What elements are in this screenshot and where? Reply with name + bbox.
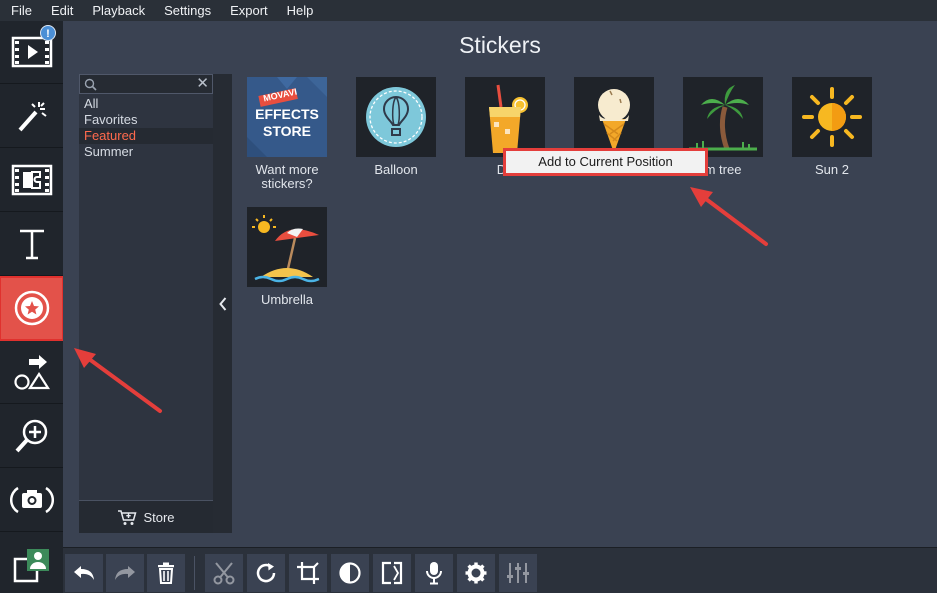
balloon-thumb <box>356 77 436 157</box>
menu-file[interactable]: File <box>0 0 41 21</box>
add-to-current-position-menu-item[interactable]: Add to Current Position <box>506 151 705 173</box>
stabilization-button[interactable] <box>0 469 63 532</box>
sticker-balloon[interactable]: Balloon <box>348 77 444 177</box>
redo-button[interactable] <box>106 554 144 592</box>
sun-thumb <box>792 77 872 157</box>
page-title: Stickers <box>459 32 541 58</box>
umbrella-thumb <box>247 207 327 287</box>
menu-help[interactable]: Help <box>277 0 323 21</box>
ice-cream-thumb <box>574 77 654 157</box>
scissors-icon <box>213 562 235 585</box>
undo-button[interactable] <box>65 554 103 592</box>
menu-bar: File Edit Playback Settings Export Help <box>0 0 937 21</box>
contrast-icon <box>339 562 361 584</box>
sticker-label: Umbrella <box>260 292 313 307</box>
text-icon <box>19 229 44 260</box>
delete-button[interactable] <box>147 554 185 592</box>
cart-icon <box>118 509 137 525</box>
settings-button[interactable] <box>457 554 495 592</box>
color-adjust-button[interactable] <box>331 554 369 592</box>
store-label: Store <box>143 509 175 525</box>
magic-wand-icon <box>18 102 47 132</box>
category-summer[interactable]: Summer <box>79 144 213 160</box>
microphone-icon <box>426 562 442 585</box>
zoom-pan-button[interactable] <box>0 405 63 468</box>
category-list: All Favorites Featured Summer <box>79 96 213 160</box>
clear-search-button[interactable]: ✕ <box>196 74 209 92</box>
toolbar-divider <box>194 556 195 590</box>
sticker-label: Balloon <box>374 162 418 177</box>
store-label-thumb: STORE <box>263 123 311 139</box>
bottom-toolbar <box>63 547 937 593</box>
import-media-button[interactable]: ! <box>0 21 63 84</box>
crop-button[interactable] <box>289 554 327 592</box>
menu-playback[interactable]: Playback <box>83 0 155 21</box>
search-box[interactable]: ✕ <box>79 74 213 94</box>
store-button[interactable]: Store <box>79 500 213 533</box>
chevron-left-icon <box>218 296 226 311</box>
menu-settings[interactable]: Settings <box>155 0 221 21</box>
redo-icon <box>115 566 135 580</box>
effects-store-thumb: MOVAVI EFFECTS STORE <box>247 77 327 157</box>
trash-icon <box>158 562 174 584</box>
gear-icon <box>465 562 487 584</box>
drink-thumb <box>465 77 545 157</box>
split-view-button[interactable] <box>373 554 411 592</box>
category-favorites[interactable]: Favorites <box>79 112 213 128</box>
callouts-button[interactable] <box>0 341 63 404</box>
menu-export[interactable]: Export <box>221 0 278 21</box>
left-toolbar: ! <box>0 21 64 593</box>
equalizer-button[interactable] <box>499 554 537 592</box>
search-input[interactable] <box>100 76 190 92</box>
stickers-button[interactable] <box>0 276 64 341</box>
split-frame-icon <box>381 561 403 585</box>
palm-tree-thumb <box>683 77 763 157</box>
notification-badge: ! <box>40 25 56 41</box>
effects-label: EFFECTS <box>255 106 319 122</box>
umbrella-icon <box>252 215 320 283</box>
zoom-icon <box>15 419 47 453</box>
titles-button[interactable] <box>0 213 63 276</box>
palm-tree-icon <box>689 85 757 151</box>
ice-cream-icon <box>598 89 630 153</box>
cut-button[interactable] <box>205 554 243 592</box>
search-icon <box>84 78 97 91</box>
filters-button[interactable] <box>0 85 63 148</box>
menu-edit[interactable]: Edit <box>41 0 82 21</box>
category-all[interactable]: All <box>79 96 213 112</box>
equalizer-icon <box>507 563 529 583</box>
shapes-arrow-icon <box>13 355 50 390</box>
balloon-icon <box>366 87 426 147</box>
sticker-star-icon <box>14 290 49 326</box>
category-featured[interactable]: Featured <box>79 128 213 144</box>
rotate-icon <box>256 563 276 583</box>
film-puzzle-icon <box>11 164 52 196</box>
chroma-key-button[interactable] <box>0 533 63 593</box>
undo-icon <box>74 566 94 580</box>
drink-icon <box>489 84 528 153</box>
sticker-umbrella[interactable]: Umbrella <box>239 207 335 307</box>
person-frame-icon <box>13 548 49 582</box>
crop-icon <box>297 562 319 584</box>
transitions-button[interactable] <box>0 149 63 212</box>
sticker-sun-2[interactable]: Sun 2 <box>784 77 880 177</box>
record-audio-button[interactable] <box>415 554 453 592</box>
context-menu: Add to Current Position <box>503 148 708 176</box>
sticker-effects-store[interactable]: MOVAVI EFFECTS STORE Want more stickers? <box>239 77 335 191</box>
sun-icon <box>802 87 862 147</box>
collapse-panel-button[interactable] <box>213 74 232 533</box>
sticker-label: Sun 2 <box>815 162 849 177</box>
sticker-label: Want more stickers? <box>255 162 319 191</box>
rotate-button[interactable] <box>247 554 285 592</box>
camera-shake-icon <box>9 486 54 514</box>
